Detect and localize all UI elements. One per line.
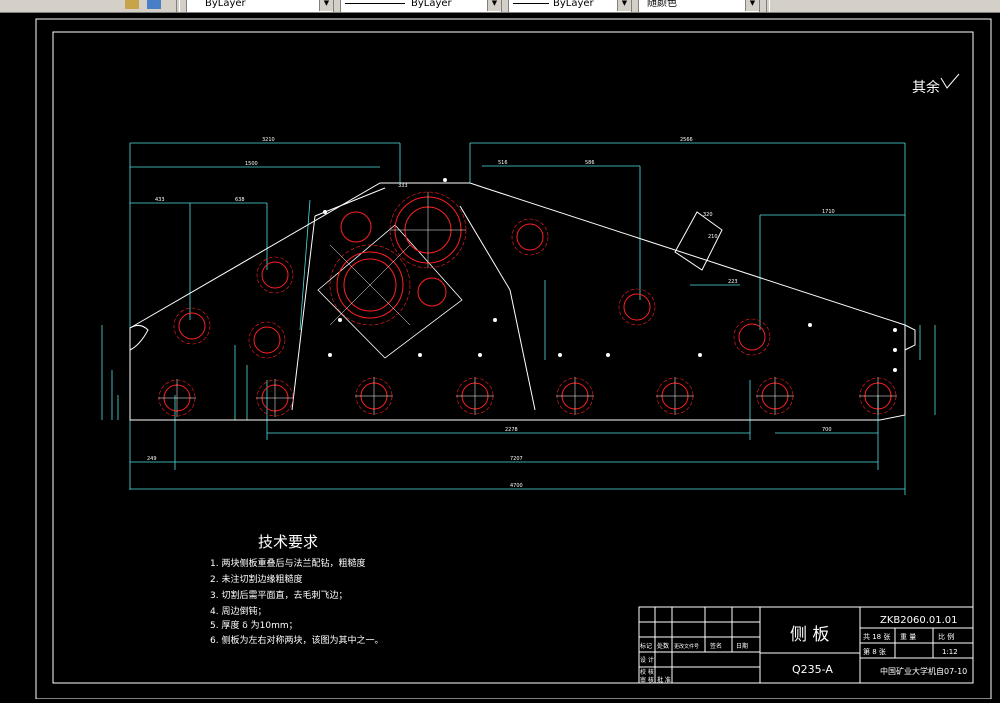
label-check: 校 核 xyxy=(640,668,654,676)
tech-requirements-title: 技术要求 xyxy=(258,533,318,551)
label-count: 处数 xyxy=(657,642,669,650)
tech-item-6: 6. 侧板为左右对称两块，该图为其中之一。 xyxy=(210,634,383,646)
lineweight-control-combo[interactable]: ByLayer ▼ xyxy=(508,0,632,12)
tech-item-3: 3. 切割后需平面直，去毛刺飞边； xyxy=(210,589,347,601)
dim-rect-b: 210 xyxy=(708,234,718,240)
layer-state-icon[interactable] xyxy=(125,0,139,9)
tech-item-2: 2. 未注切割边缘粗糙度 xyxy=(210,573,302,585)
label-sign: 签名 xyxy=(710,642,722,650)
label-design: 设 计 xyxy=(640,656,654,664)
dimension-lines xyxy=(101,142,936,495)
color-control-combo[interactable]: ByLayer ▼ xyxy=(186,0,334,12)
dim-span-right: 700 xyxy=(822,427,832,433)
label-audit: 审 核 xyxy=(640,676,654,684)
dim-hub: 333 xyxy=(398,183,408,189)
plotstyle-control-combo[interactable]: 随颜色 ▼ xyxy=(638,0,760,12)
bolt-holes xyxy=(163,196,892,412)
scale-value: 1:12 xyxy=(942,648,958,656)
dim-overall: 4700 xyxy=(510,483,523,489)
dim-slot-b: 586 xyxy=(585,160,595,166)
dim-upper-left: 1500 xyxy=(245,161,258,167)
linetype-sample xyxy=(345,3,405,4)
side-plate-outline xyxy=(129,182,916,421)
layer-previous-icon[interactable] xyxy=(147,0,161,9)
label-change: 更改文件号 xyxy=(674,643,699,650)
dim-right-width: 1710 xyxy=(822,209,835,215)
sheet-number: 第 8 张 xyxy=(863,647,886,656)
tech-item-1: 1. 两块侧板重叠后与法兰配钻，粗糙度 xyxy=(210,557,365,569)
dim-rect-a: 320 xyxy=(703,212,713,218)
dim-top-right: 2566 xyxy=(680,137,693,143)
hole-centerlines xyxy=(158,192,897,417)
dim-mid-left: 433 xyxy=(155,197,165,203)
hub-rectangle xyxy=(317,224,463,359)
chevron-down-icon[interactable]: ▼ xyxy=(319,0,333,11)
properties-toolbar: ByLayer ▼ ByLayer ▼ ByLayer ▼ 随颜色 ▼ xyxy=(0,0,1000,13)
material: Q235-A xyxy=(792,663,833,676)
weight-label: 重 量 xyxy=(900,633,916,641)
lineweight-sample xyxy=(513,3,549,4)
bolt-circles xyxy=(158,191,897,417)
toolbar-separator xyxy=(176,0,180,12)
school-name: 中国矿业大学机自07-10 xyxy=(880,666,967,676)
dim-span-holes: 7207 xyxy=(510,456,523,462)
drawing-number: ZKB2060.01.01 xyxy=(880,615,958,626)
sheet-border xyxy=(35,18,992,700)
title-block-texts: 侧 板 Q235-A ZKB2060.01.01 共 18 张 第 8 张 重 … xyxy=(640,615,967,684)
roughness-symbol-icon xyxy=(940,73,960,89)
chevron-down-icon[interactable]: ▼ xyxy=(745,0,759,11)
surface-note: 其余 xyxy=(912,79,940,96)
toolbar-separator xyxy=(766,0,770,12)
dim-slot-a: 516 xyxy=(498,160,508,166)
drawing-frame xyxy=(52,31,974,684)
small-holes xyxy=(323,178,897,372)
linetype-control-combo[interactable]: ByLayer ▼ xyxy=(340,0,502,12)
dim-span-left: 249 xyxy=(147,456,157,462)
part-name: 侧 板 xyxy=(790,625,829,645)
sheet-total: 共 18 张 xyxy=(863,632,890,641)
chevron-down-icon[interactable]: ▼ xyxy=(487,0,501,11)
chevron-down-icon[interactable]: ▼ xyxy=(617,0,631,11)
scale-label: 比 例 xyxy=(938,632,954,641)
lineweight-combo-value: ByLayer xyxy=(553,0,594,9)
dim-top-left: 3210 xyxy=(262,137,275,143)
label-date: 日期 xyxy=(736,642,748,650)
tech-requirements-list: 1. 两块侧板重叠后与法兰配钻，粗糙度 2. 未注切割边缘粗糙度 3. 切割后需… xyxy=(210,557,383,646)
tech-item-5: 5. 厚度 δ 为10mm； xyxy=(210,619,298,631)
color-combo-value: ByLayer xyxy=(205,0,246,9)
drawing-canvas[interactable]: 其余 3210 2566 1500 433 638 333 516 586 17… xyxy=(0,13,1000,700)
plotstyle-combo-value: 随颜色 xyxy=(647,0,677,9)
label-approve: 批 准 xyxy=(657,676,671,684)
drawing-svg[interactable]: 其余 3210 2566 1500 433 638 333 516 586 17… xyxy=(0,13,1000,700)
dim-mid-left2: 638 xyxy=(235,197,245,203)
linetype-combo-value: ByLayer xyxy=(411,0,452,9)
dim-span-mid: 2278 xyxy=(505,427,518,433)
label-mark: 标记 xyxy=(640,642,652,650)
tech-item-4: 4. 周边倒钝； xyxy=(210,605,266,617)
dim-right-hole: 223 xyxy=(728,279,738,285)
